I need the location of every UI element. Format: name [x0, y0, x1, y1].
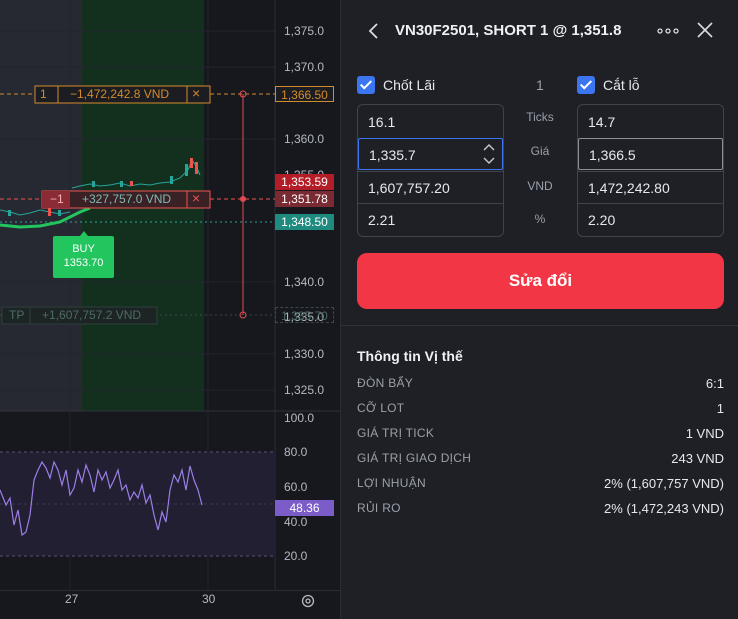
tp-pct-input[interactable]: 2.21 [358, 203, 503, 235]
position-edit-panel: VN30F2501, SHORT 1 @ 1,351.8 Chốt Lãi 1 … [340, 0, 738, 619]
tp-order-close-icon[interactable]: × [192, 85, 200, 101]
info-row-risk: RỦI RO 2% (1,472,243 VND) [357, 501, 724, 519]
pct-row-label: % [534, 212, 546, 226]
sl-order-type: TP [9, 308, 25, 322]
price-chart[interactable]: 1 −1,472,242.8 VND × −1 +327,757.0 VND ×… [0, 0, 340, 619]
info-row-lot-size: CỠ LOT 1 [357, 401, 724, 419]
info-key: GIÁ TRỊ TICK [357, 426, 435, 440]
rsi-axis-label: 80.0 [284, 445, 308, 459]
price-row-label: Giá [530, 144, 550, 158]
close-button[interactable] [695, 20, 715, 40]
price-axis-label: 1,375.0 [284, 24, 325, 38]
modify-button[interactable]: Sửa đổi [357, 253, 724, 309]
stop-loss-fields: 14.7 1,366.5 1,472,242.80 2.20 [577, 104, 724, 237]
take-profit-checkbox[interactable] [357, 76, 375, 94]
chevron-left-icon [368, 23, 378, 39]
info-row-tick-value: GIÁ TRỊ TICK 1 VND [357, 426, 724, 444]
position-order-value: +327,757.0 VND [82, 192, 172, 206]
price-axis-label: 1,370.0 [284, 60, 325, 74]
vnd-row-label: VND [527, 179, 553, 193]
info-key: CỠ LOT [357, 401, 405, 415]
info-value: 6:1 [705, 376, 724, 391]
bid-price-tag: 1,348.50 [275, 214, 334, 230]
rsi-band [0, 452, 275, 556]
info-row-leverage: ĐÒN BẨY 6:1 [357, 376, 724, 394]
tp-price-input[interactable]: 1,335.7 [358, 138, 503, 170]
sl-price-tag[interactable]: 1,335.70 [275, 307, 334, 323]
info-value: 1 VND [685, 426, 724, 441]
tp-vnd-input[interactable]: 1,607,757.20 [358, 171, 503, 203]
sl-order-value: +1,607,757.2 VND [42, 308, 142, 322]
tp-ticks-input[interactable]: 16.1 [358, 106, 503, 138]
price-axis-label: 1,330.0 [284, 347, 325, 361]
buy-marker-label: BUY [72, 243, 95, 255]
position-order-close-icon[interactable]: × [192, 190, 200, 206]
info-row-profit: LỢI NHUẬN 2% (1,607,757 VND) [357, 476, 724, 494]
info-value: 1 [716, 401, 724, 416]
stop-loss-label: Cắt lỗ [603, 77, 640, 93]
qty-value: 1 [536, 77, 544, 93]
sl-pct-input[interactable]: 2.20 [578, 203, 723, 235]
info-key: LỢI NHUẬN [357, 476, 426, 490]
position-info-title: Thông tin Vị thế [357, 348, 463, 364]
stop-loss-checkbox[interactable] [577, 76, 595, 94]
date-axis-label: 27 [65, 592, 79, 606]
tp-order-qty: 1 [40, 87, 47, 101]
rsi-value-tag: 48.36 [275, 500, 334, 516]
panel-header: VN30F2501, SHORT 1 @ 1,351.8 [341, 0, 738, 62]
rsi-axis-label: 100.0 [284, 411, 315, 425]
settings-icon[interactable] [300, 593, 316, 609]
take-profit-fields: 16.1 1,335.7 1,607,757.20 2.21 [357, 104, 504, 237]
tp-price-tag[interactable]: 1,366.50 [275, 86, 334, 102]
ticks-row-label: Ticks [526, 110, 554, 124]
panel-title: VN30F2501, SHORT 1 @ 1,351.8 [395, 22, 622, 39]
last-price-tag: 1,353.59 [275, 174, 334, 190]
rsi-axis-label: 40.0 [284, 515, 308, 529]
tp-order-value: −1,472,242.8 VND [70, 87, 170, 101]
more-icon [657, 28, 679, 34]
close-icon [697, 22, 713, 38]
buy-marker-price: 1353.70 [63, 257, 104, 269]
info-value: 2% (1,607,757 VND) [604, 476, 724, 491]
info-value: 243 VND [671, 451, 724, 466]
rsi-axis-label: 20.0 [284, 549, 308, 563]
price-axis-label: 1,325.0 [284, 383, 325, 397]
date-axis-label: 30 [202, 592, 216, 606]
tp-price-value: 1,335.7 [369, 147, 416, 163]
info-key: GIÁ TRỊ GIAO DỊCH [357, 451, 472, 465]
price-axis-label: 1,340.0 [284, 275, 325, 289]
price-axis-label: 1,360.0 [284, 132, 325, 146]
back-button[interactable] [365, 20, 385, 42]
info-row-trade-value: GIÁ TRỊ GIAO DỊCH 243 VND [357, 451, 724, 469]
position-order-qty: −1 [50, 192, 64, 206]
info-value: 2% (1,472,243 VND) [604, 501, 724, 516]
sl-price-input[interactable]: 1,366.5 [578, 138, 723, 170]
position-handle[interactable] [240, 196, 246, 202]
info-key: RỦI RO [357, 501, 401, 515]
rsi-axis-label: 60.0 [284, 480, 308, 494]
take-profit-label: Chốt Lãi [383, 77, 436, 93]
sl-vnd-input[interactable]: 1,472,242.80 [578, 171, 723, 203]
sl-ticks-input[interactable]: 14.7 [578, 106, 723, 138]
stepper-icon[interactable] [482, 142, 496, 166]
position-price-tag[interactable]: 1,351.78 [275, 191, 334, 207]
divider [341, 325, 738, 326]
more-button[interactable] [656, 24, 680, 38]
info-key: ĐÒN BẨY [357, 376, 414, 390]
